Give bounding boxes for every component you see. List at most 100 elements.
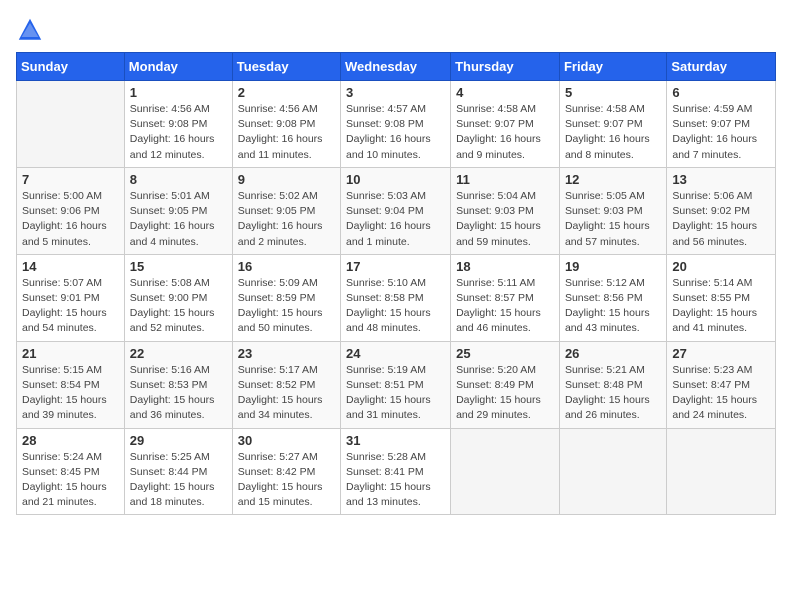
day-info: Sunrise: 5:07 AM Sunset: 9:01 PM Dayligh… — [22, 276, 119, 337]
calendar-cell: 21 Sunrise: 5:15 AM Sunset: 8:54 PM Dayli… — [17, 341, 125, 428]
calendar-cell: 2 Sunrise: 4:56 AM Sunset: 9:08 PM Daylig… — [232, 81, 340, 168]
day-info: Sunrise: 5:09 AM Sunset: 8:59 PM Dayligh… — [238, 276, 335, 337]
calendar-week-3: 14 Sunrise: 5:07 AM Sunset: 9:01 PM Dayli… — [17, 254, 776, 341]
weekday-header-wednesday: Wednesday — [341, 53, 451, 81]
day-number: 26 — [565, 346, 661, 361]
day-info: Sunrise: 5:25 AM Sunset: 8:44 PM Dayligh… — [130, 450, 227, 511]
day-number: 15 — [130, 259, 227, 274]
weekday-header-thursday: Thursday — [451, 53, 560, 81]
calendar-cell: 24 Sunrise: 5:19 AM Sunset: 8:51 PM Dayli… — [341, 341, 451, 428]
calendar-cell — [559, 428, 666, 515]
calendar-cell: 16 Sunrise: 5:09 AM Sunset: 8:59 PM Dayli… — [232, 254, 340, 341]
logo — [16, 16, 48, 44]
day-info: Sunrise: 5:10 AM Sunset: 8:58 PM Dayligh… — [346, 276, 445, 337]
calendar-cell: 14 Sunrise: 5:07 AM Sunset: 9:01 PM Dayli… — [17, 254, 125, 341]
day-number: 8 — [130, 172, 227, 187]
day-number: 14 — [22, 259, 119, 274]
day-number: 30 — [238, 433, 335, 448]
day-info: Sunrise: 5:01 AM Sunset: 9:05 PM Dayligh… — [130, 189, 227, 250]
weekday-header-monday: Monday — [124, 53, 232, 81]
day-info: Sunrise: 5:16 AM Sunset: 8:53 PM Dayligh… — [130, 363, 227, 424]
calendar-cell: 11 Sunrise: 5:04 AM Sunset: 9:03 PM Dayli… — [451, 167, 560, 254]
calendar-cell: 8 Sunrise: 5:01 AM Sunset: 9:05 PM Daylig… — [124, 167, 232, 254]
day-number: 2 — [238, 85, 335, 100]
weekday-header-sunday: Sunday — [17, 53, 125, 81]
day-number: 1 — [130, 85, 227, 100]
day-info: Sunrise: 5:17 AM Sunset: 8:52 PM Dayligh… — [238, 363, 335, 424]
weekday-header-friday: Friday — [559, 53, 666, 81]
weekday-header-tuesday: Tuesday — [232, 53, 340, 81]
day-number: 27 — [672, 346, 770, 361]
calendar-week-1: 1 Sunrise: 4:56 AM Sunset: 9:08 PM Daylig… — [17, 81, 776, 168]
calendar-table: SundayMondayTuesdayWednesdayThursdayFrid… — [16, 52, 776, 515]
day-number: 9 — [238, 172, 335, 187]
day-number: 3 — [346, 85, 445, 100]
calendar-cell: 29Sunrise: 5:25 AM Sunset: 8:44 PM Dayli… — [124, 428, 232, 515]
day-info: Sunrise: 4:56 AM Sunset: 9:08 PM Dayligh… — [130, 102, 227, 163]
day-info: Sunrise: 5:20 AM Sunset: 8:49 PM Dayligh… — [456, 363, 554, 424]
day-info: Sunrise: 5:11 AM Sunset: 8:57 PM Dayligh… — [456, 276, 554, 337]
calendar-week-5: 28Sunrise: 5:24 AM Sunset: 8:45 PM Dayli… — [17, 428, 776, 515]
calendar-cell: 30 Sunrise: 5:27 AM Sunset: 8:42 PM Dayli… — [232, 428, 340, 515]
day-info: Sunrise: 5:08 AM Sunset: 9:00 PM Dayligh… — [130, 276, 227, 337]
day-number: 11 — [456, 172, 554, 187]
day-info: Sunrise: 5:24 AM Sunset: 8:45 PM Dayligh… — [22, 450, 119, 511]
day-info: Sunrise: 4:56 AM Sunset: 9:08 PM Dayligh… — [238, 102, 335, 163]
day-number: 16 — [238, 259, 335, 274]
day-number: 7 — [22, 172, 119, 187]
day-info: Sunrise: 5:19 AM Sunset: 8:51 PM Dayligh… — [346, 363, 445, 424]
day-info: Sunrise: 5:00 AM Sunset: 9:06 PM Dayligh… — [22, 189, 119, 250]
day-info: Sunrise: 5:23 AM Sunset: 8:47 PM Dayligh… — [672, 363, 770, 424]
day-number: 20 — [672, 259, 770, 274]
day-info: Sunrise: 5:21 AM Sunset: 8:48 PM Dayligh… — [565, 363, 661, 424]
calendar-cell: 19Sunrise: 5:12 AM Sunset: 8:56 PM Dayli… — [559, 254, 666, 341]
calendar-cell: 3 Sunrise: 4:57 AM Sunset: 9:08 PM Daylig… — [341, 81, 451, 168]
day-info: Sunrise: 4:59 AM Sunset: 9:07 PM Dayligh… — [672, 102, 770, 163]
calendar-cell: 23 Sunrise: 5:17 AM Sunset: 8:52 PM Dayli… — [232, 341, 340, 428]
day-info: Sunrise: 5:04 AM Sunset: 9:03 PM Dayligh… — [456, 189, 554, 250]
day-number: 18 — [456, 259, 554, 274]
calendar-cell — [17, 81, 125, 168]
calendar-cell — [667, 428, 776, 515]
calendar-cell: 13 Sunrise: 5:06 AM Sunset: 9:02 PM Dayli… — [667, 167, 776, 254]
day-info: Sunrise: 5:15 AM Sunset: 8:54 PM Dayligh… — [22, 363, 119, 424]
day-info: Sunrise: 5:06 AM Sunset: 9:02 PM Dayligh… — [672, 189, 770, 250]
day-number: 22 — [130, 346, 227, 361]
day-number: 17 — [346, 259, 445, 274]
day-info: Sunrise: 5:02 AM Sunset: 9:05 PM Dayligh… — [238, 189, 335, 250]
day-number: 23 — [238, 346, 335, 361]
calendar-cell: 22 Sunrise: 5:16 AM Sunset: 8:53 PM Dayli… — [124, 341, 232, 428]
day-number: 31 — [346, 433, 445, 448]
day-number: 10 — [346, 172, 445, 187]
calendar-cell: 12 Sunrise: 5:05 AM Sunset: 9:03 PM Dayli… — [559, 167, 666, 254]
calendar-cell: 6 Sunrise: 4:59 AM Sunset: 9:07 PM Daylig… — [667, 81, 776, 168]
day-number: 6 — [672, 85, 770, 100]
weekday-header-saturday: Saturday — [667, 53, 776, 81]
calendar-week-4: 21 Sunrise: 5:15 AM Sunset: 8:54 PM Dayli… — [17, 341, 776, 428]
day-number: 12 — [565, 172, 661, 187]
day-number: 5 — [565, 85, 661, 100]
calendar-cell: 15 Sunrise: 5:08 AM Sunset: 9:00 PM Dayli… — [124, 254, 232, 341]
calendar-cell: 10Sunrise: 5:03 AM Sunset: 9:04 PM Dayli… — [341, 167, 451, 254]
calendar-cell: 26 Sunrise: 5:21 AM Sunset: 8:48 PM Dayli… — [559, 341, 666, 428]
day-info: Sunrise: 4:58 AM Sunset: 9:07 PM Dayligh… — [456, 102, 554, 163]
calendar-cell: 9 Sunrise: 5:02 AM Sunset: 9:05 PM Daylig… — [232, 167, 340, 254]
day-number: 25 — [456, 346, 554, 361]
day-number: 21 — [22, 346, 119, 361]
calendar-cell: 20Sunrise: 5:14 AM Sunset: 8:55 PM Dayli… — [667, 254, 776, 341]
day-info: Sunrise: 5:05 AM Sunset: 9:03 PM Dayligh… — [565, 189, 661, 250]
calendar-cell: 4 Sunrise: 4:58 AM Sunset: 9:07 PM Daylig… — [451, 81, 560, 168]
day-info: Sunrise: 5:27 AM Sunset: 8:42 PM Dayligh… — [238, 450, 335, 511]
day-number: 13 — [672, 172, 770, 187]
day-number: 4 — [456, 85, 554, 100]
calendar-cell: 28Sunrise: 5:24 AM Sunset: 8:45 PM Dayli… — [17, 428, 125, 515]
day-number: 24 — [346, 346, 445, 361]
logo-icon — [16, 16, 44, 44]
page-header — [16, 16, 776, 44]
calendar-cell: 18 Sunrise: 5:11 AM Sunset: 8:57 PM Dayli… — [451, 254, 560, 341]
calendar-cell: 7 Sunrise: 5:00 AM Sunset: 9:06 PM Daylig… — [17, 167, 125, 254]
day-info: Sunrise: 4:58 AM Sunset: 9:07 PM Dayligh… — [565, 102, 661, 163]
day-info: Sunrise: 4:57 AM Sunset: 9:08 PM Dayligh… — [346, 102, 445, 163]
calendar-cell: 1 Sunrise: 4:56 AM Sunset: 9:08 PM Daylig… — [124, 81, 232, 168]
calendar-cell — [451, 428, 560, 515]
